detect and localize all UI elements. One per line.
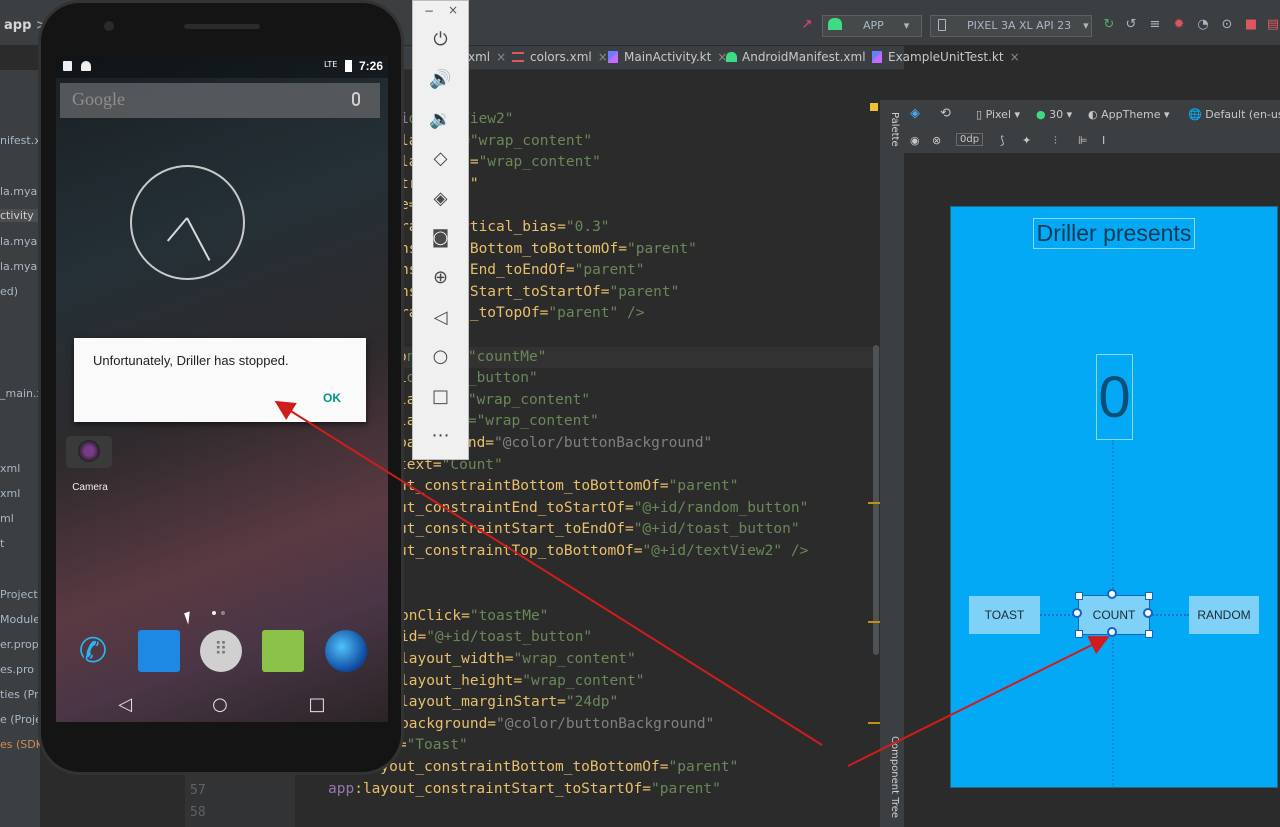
- annotation-arrows: [274, 400, 1110, 767]
- desktop: { "ide": { "breadcrumb": "app", "run_con…: [0, 0, 1280, 827]
- arrow-to-crash-dialog: [274, 400, 823, 746]
- arrow-to-count-button: [847, 636, 1110, 767]
